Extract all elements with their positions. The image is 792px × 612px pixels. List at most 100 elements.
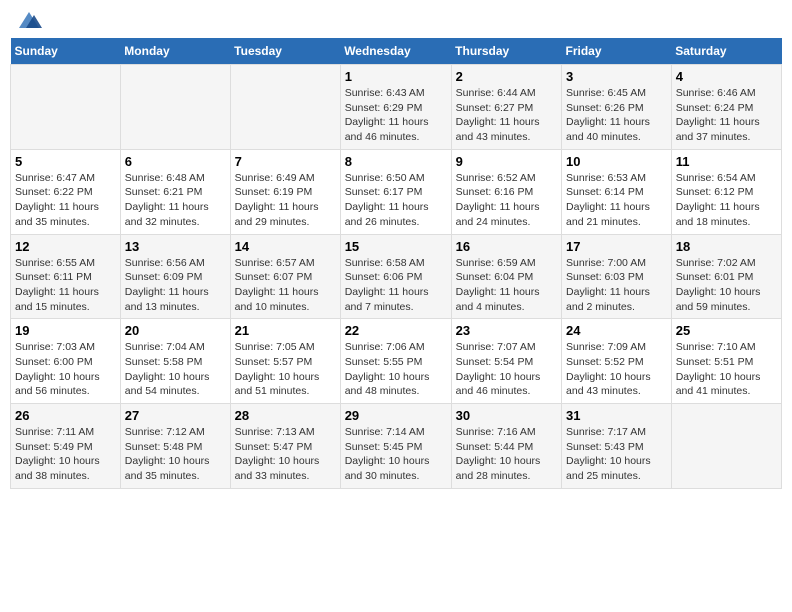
day-content: Sunrise: 7:11 AM Sunset: 5:49 PM Dayligh… xyxy=(15,425,116,484)
calendar-cell: 16 Sunrise: 6:59 AM Sunset: 6:04 PM Dayli… xyxy=(451,234,561,319)
header-day-tuesday: Tuesday xyxy=(230,38,340,65)
calendar-week-2: 5 Sunrise: 6:47 AM Sunset: 6:22 PM Daylig… xyxy=(11,149,782,234)
calendar-cell: 26 Sunrise: 7:11 AM Sunset: 5:49 PM Dayli… xyxy=(11,404,121,489)
calendar-cell: 27Sunrise: 7:12 AM Sunset: 5:48 PM Dayli… xyxy=(120,404,230,489)
calendar-cell: 17 Sunrise: 7:00 AM Sunset: 6:03 PM Dayli… xyxy=(562,234,672,319)
calendar-cell xyxy=(11,65,121,150)
calendar-cell: 11 Sunrise: 6:54 AM Sunset: 6:12 PM Dayli… xyxy=(671,149,781,234)
day-content: Sunrise: 6:53 AM Sunset: 6:14 PM Dayligh… xyxy=(566,171,667,230)
day-content: Sunrise: 7:00 AM Sunset: 6:03 PM Dayligh… xyxy=(566,256,667,315)
day-number: 5 xyxy=(15,154,116,169)
calendar-header-row: SundayMondayTuesdayWednesdayThursdayFrid… xyxy=(11,38,782,65)
day-content: Sunrise: 6:47 AM Sunset: 6:22 PM Dayligh… xyxy=(15,171,116,230)
calendar-cell: 12Sunrise: 6:55 AM Sunset: 6:11 PM Dayli… xyxy=(11,234,121,319)
calendar-cell: 14 Sunrise: 6:57 AM Sunset: 6:07 PM Dayli… xyxy=(230,234,340,319)
day-number: 18 xyxy=(676,239,777,254)
logo xyxy=(10,10,44,30)
calendar-cell: 23 Sunrise: 7:07 AM Sunset: 5:54 PM Dayli… xyxy=(451,319,561,404)
calendar-table: SundayMondayTuesdayWednesdayThursdayFrid… xyxy=(10,38,782,489)
day-content: Sunrise: 7:17 AM Sunset: 5:43 PM Dayligh… xyxy=(566,425,667,484)
day-content: Sunrise: 7:06 AM Sunset: 5:55 PM Dayligh… xyxy=(345,340,447,399)
day-number: 6 xyxy=(125,154,226,169)
calendar-week-5: 26 Sunrise: 7:11 AM Sunset: 5:49 PM Dayli… xyxy=(11,404,782,489)
day-number: 20 xyxy=(125,323,226,338)
calendar-cell: 7 Sunrise: 6:49 AM Sunset: 6:19 PM Daylig… xyxy=(230,149,340,234)
header-day-sunday: Sunday xyxy=(11,38,121,65)
day-number: 16 xyxy=(456,239,557,254)
calendar-cell: 31 Sunrise: 7:17 AM Sunset: 5:43 PM Dayli… xyxy=(562,404,672,489)
day-content: Sunrise: 6:49 AM Sunset: 6:19 PM Dayligh… xyxy=(235,171,336,230)
day-number: 4 xyxy=(676,69,777,84)
calendar-cell: 8 Sunrise: 6:50 AM Sunset: 6:17 PM Daylig… xyxy=(340,149,451,234)
calendar-cell: 18 Sunrise: 7:02 AM Sunset: 6:01 PM Dayli… xyxy=(671,234,781,319)
day-number: 9 xyxy=(456,154,557,169)
day-number: 10 xyxy=(566,154,667,169)
calendar-cell: 25Sunrise: 7:10 AM Sunset: 5:51 PM Dayli… xyxy=(671,319,781,404)
calendar-cell xyxy=(230,65,340,150)
day-number: 19 xyxy=(15,323,116,338)
calendar-week-4: 19 Sunrise: 7:03 AM Sunset: 6:00 PM Dayli… xyxy=(11,319,782,404)
day-number: 24 xyxy=(566,323,667,338)
header-day-saturday: Saturday xyxy=(671,38,781,65)
day-content: Sunrise: 6:44 AM Sunset: 6:27 PM Dayligh… xyxy=(456,86,557,145)
calendar-cell: 24Sunrise: 7:09 AM Sunset: 5:52 PM Dayli… xyxy=(562,319,672,404)
calendar-cell: 10 Sunrise: 6:53 AM Sunset: 6:14 PM Dayli… xyxy=(562,149,672,234)
calendar-cell: 9Sunrise: 6:52 AM Sunset: 6:16 PM Daylig… xyxy=(451,149,561,234)
calendar-cell: 3 Sunrise: 6:45 AM Sunset: 6:26 PM Daylig… xyxy=(562,65,672,150)
day-content: Sunrise: 6:54 AM Sunset: 6:12 PM Dayligh… xyxy=(676,171,777,230)
day-number: 11 xyxy=(676,154,777,169)
day-number: 13 xyxy=(125,239,226,254)
day-content: Sunrise: 7:14 AM Sunset: 5:45 PM Dayligh… xyxy=(345,425,447,484)
day-content: Sunrise: 6:45 AM Sunset: 6:26 PM Dayligh… xyxy=(566,86,667,145)
day-content: Sunrise: 7:13 AM Sunset: 5:47 PM Dayligh… xyxy=(235,425,336,484)
calendar-cell: 13Sunrise: 6:56 AM Sunset: 6:09 PM Dayli… xyxy=(120,234,230,319)
calendar-cell: 5 Sunrise: 6:47 AM Sunset: 6:22 PM Daylig… xyxy=(11,149,121,234)
day-content: Sunrise: 7:07 AM Sunset: 5:54 PM Dayligh… xyxy=(456,340,557,399)
day-content: Sunrise: 7:05 AM Sunset: 5:57 PM Dayligh… xyxy=(235,340,336,399)
calendar-cell: 22 Sunrise: 7:06 AM Sunset: 5:55 PM Dayli… xyxy=(340,319,451,404)
day-number: 15 xyxy=(345,239,447,254)
calendar-cell xyxy=(671,404,781,489)
calendar-cell: 15 Sunrise: 6:58 AM Sunset: 6:06 PM Dayli… xyxy=(340,234,451,319)
day-number: 12 xyxy=(15,239,116,254)
day-number: 22 xyxy=(345,323,447,338)
header-day-thursday: Thursday xyxy=(451,38,561,65)
day-number: 7 xyxy=(235,154,336,169)
day-content: Sunrise: 6:43 AM Sunset: 6:29 PM Dayligh… xyxy=(345,86,447,145)
day-content: Sunrise: 7:03 AM Sunset: 6:00 PM Dayligh… xyxy=(15,340,116,399)
day-number: 30 xyxy=(456,408,557,423)
day-content: Sunrise: 6:57 AM Sunset: 6:07 PM Dayligh… xyxy=(235,256,336,315)
day-number: 28 xyxy=(235,408,336,423)
calendar-cell: 20Sunrise: 7:04 AM Sunset: 5:58 PM Dayli… xyxy=(120,319,230,404)
calendar-cell: 6 Sunrise: 6:48 AM Sunset: 6:21 PM Daylig… xyxy=(120,149,230,234)
day-content: Sunrise: 7:02 AM Sunset: 6:01 PM Dayligh… xyxy=(676,256,777,315)
day-number: 23 xyxy=(456,323,557,338)
day-number: 2 xyxy=(456,69,557,84)
logo-icon xyxy=(14,10,44,30)
calendar-cell: 28 Sunrise: 7:13 AM Sunset: 5:47 PM Dayli… xyxy=(230,404,340,489)
day-number: 31 xyxy=(566,408,667,423)
day-number: 1 xyxy=(345,69,447,84)
calendar-cell xyxy=(120,65,230,150)
calendar-week-3: 12Sunrise: 6:55 AM Sunset: 6:11 PM Dayli… xyxy=(11,234,782,319)
calendar-cell: 21 Sunrise: 7:05 AM Sunset: 5:57 PM Dayli… xyxy=(230,319,340,404)
calendar-cell: 29 Sunrise: 7:14 AM Sunset: 5:45 PM Dayli… xyxy=(340,404,451,489)
day-number: 14 xyxy=(235,239,336,254)
day-number: 25 xyxy=(676,323,777,338)
day-number: 17 xyxy=(566,239,667,254)
day-number: 21 xyxy=(235,323,336,338)
calendar-cell: 19 Sunrise: 7:03 AM Sunset: 6:00 PM Dayli… xyxy=(11,319,121,404)
day-number: 26 xyxy=(15,408,116,423)
day-content: Sunrise: 7:16 AM Sunset: 5:44 PM Dayligh… xyxy=(456,425,557,484)
page-header xyxy=(10,10,782,30)
calendar-cell: 2 Sunrise: 6:44 AM Sunset: 6:27 PM Daylig… xyxy=(451,65,561,150)
day-number: 29 xyxy=(345,408,447,423)
calendar-week-1: 1 Sunrise: 6:43 AM Sunset: 6:29 PM Daylig… xyxy=(11,65,782,150)
day-number: 8 xyxy=(345,154,447,169)
day-number: 3 xyxy=(566,69,667,84)
day-content: Sunrise: 6:48 AM Sunset: 6:21 PM Dayligh… xyxy=(125,171,226,230)
day-content: Sunrise: 6:59 AM Sunset: 6:04 PM Dayligh… xyxy=(456,256,557,315)
calendar-cell: 4Sunrise: 6:46 AM Sunset: 6:24 PM Daylig… xyxy=(671,65,781,150)
day-content: Sunrise: 6:58 AM Sunset: 6:06 PM Dayligh… xyxy=(345,256,447,315)
day-content: Sunrise: 6:50 AM Sunset: 6:17 PM Dayligh… xyxy=(345,171,447,230)
